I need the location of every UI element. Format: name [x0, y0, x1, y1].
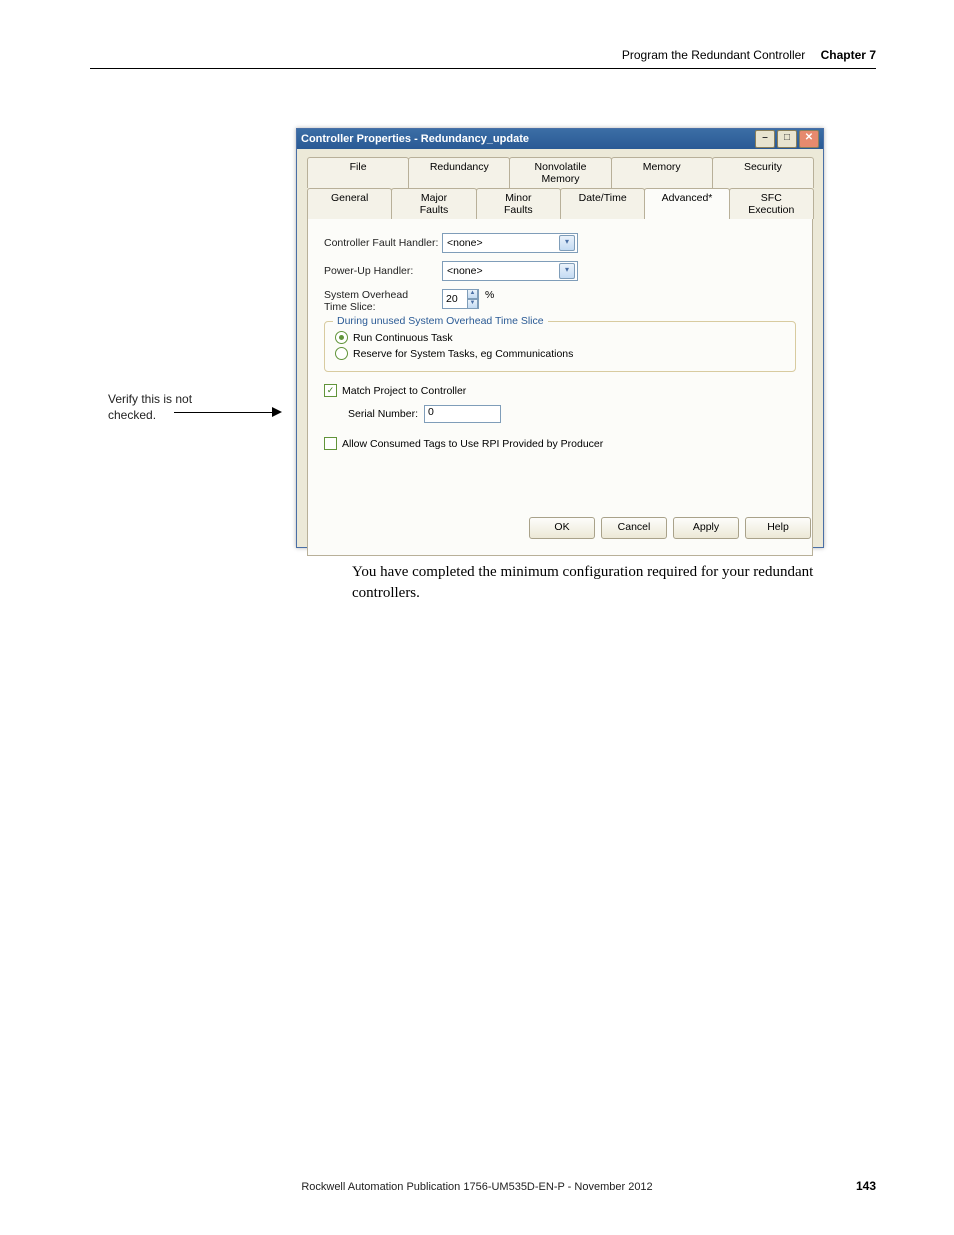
- label-fault-handler: Controller Fault Handler:: [324, 237, 442, 249]
- label-overhead-1: System Overhead: [324, 289, 408, 301]
- tab-sfc-execution[interactable]: SFC Execution: [729, 188, 814, 219]
- callout-arrow-head: [272, 407, 282, 417]
- tab-major-faults[interactable]: Major Faults: [391, 188, 476, 219]
- combo-fault-handler-value: <none>: [447, 237, 483, 249]
- fieldset-legend: During unused System Overhead Time Slice: [333, 315, 548, 327]
- row-power-up: Power-Up Handler: <none> ▾: [324, 261, 796, 281]
- combo-fault-handler[interactable]: <none> ▾: [442, 233, 578, 253]
- tab-security[interactable]: Security: [712, 157, 814, 188]
- row-fault-handler: Controller Fault Handler: <none> ▾: [324, 233, 796, 253]
- footer-text: Rockwell Automation Publication 1756-UM5…: [0, 1181, 954, 1193]
- tab-memory[interactable]: Memory: [611, 157, 713, 188]
- label-overhead-2: Time Slice:: [324, 301, 376, 313]
- header-title: Program the Redundant Controller: [622, 48, 805, 62]
- controller-properties-dialog: Controller Properties - Redundancy_updat…: [296, 128, 824, 548]
- label-overhead: System Overhead Time Slice:: [324, 289, 442, 313]
- close-button[interactable]: ✕: [799, 130, 819, 148]
- radio-reserve-system-label: Reserve for System Tasks, eg Communicati…: [353, 348, 573, 360]
- radio-reserve-system[interactable]: [335, 347, 348, 360]
- tab-panel-advanced: Controller Fault Handler: <none> ▾ Power…: [307, 218, 813, 556]
- body-paragraph: You have completed the minimum configura…: [352, 562, 854, 604]
- radio-run-continuous-label: Run Continuous Task: [353, 332, 453, 344]
- apply-button[interactable]: Apply: [673, 517, 739, 539]
- spinner-down-icon[interactable]: ▼: [467, 299, 478, 309]
- checkbox-match-project[interactable]: ✓: [324, 384, 337, 397]
- tab-redundancy[interactable]: Redundancy: [408, 157, 510, 188]
- spinner-up-icon[interactable]: ▲: [467, 289, 478, 299]
- radio-row-continuous[interactable]: Run Continuous Task: [335, 331, 785, 344]
- tab-row-front: General Major Faults Minor Faults Date/T…: [307, 188, 813, 219]
- row-allow-consumed[interactable]: Allow Consumed Tags to Use RPI Provided …: [324, 437, 796, 450]
- maximize-button[interactable]: □: [777, 130, 797, 148]
- checkbox-match-project-label: Match Project to Controller: [342, 385, 466, 397]
- combo-power-up[interactable]: <none> ▾: [442, 261, 578, 281]
- percent-label: %: [485, 289, 494, 301]
- tab-nonvolatile-memory[interactable]: Nonvolatile Memory: [509, 157, 611, 188]
- checkbox-allow-consumed[interactable]: [324, 437, 337, 450]
- ok-button[interactable]: OK: [529, 517, 595, 539]
- spinner-overhead[interactable]: 20 ▲ ▼: [442, 289, 479, 309]
- tab-row-back: File Redundancy Nonvolatile Memory Memor…: [307, 157, 813, 188]
- radio-run-continuous[interactable]: [335, 331, 348, 344]
- window-controls: – □ ✕: [755, 130, 819, 148]
- row-serial-number: Serial Number: 0: [348, 405, 796, 423]
- row-overhead: System Overhead Time Slice: 20 ▲ ▼ %: [324, 289, 796, 313]
- dialog-button-bar: OK Cancel Apply Help: [529, 517, 811, 539]
- minimize-button[interactable]: –: [755, 130, 775, 148]
- tabs-area: File Redundancy Nonvolatile Memory Memor…: [307, 157, 813, 556]
- spinner-overhead-value: 20: [446, 293, 458, 305]
- row-match-project[interactable]: ✓ Match Project to Controller: [324, 384, 796, 397]
- header-chapter: Chapter 7: [821, 48, 876, 62]
- callout-line1: Verify this is not: [108, 392, 192, 406]
- combo-power-up-value: <none>: [447, 265, 483, 277]
- tab-date-time[interactable]: Date/Time: [560, 188, 645, 219]
- fieldset-overhead-slice: During unused System Overhead Time Slice…: [324, 321, 796, 372]
- callout-arrow-line: [174, 412, 274, 413]
- dialog-titlebar: Controller Properties - Redundancy_updat…: [297, 129, 823, 149]
- tab-general[interactable]: General: [307, 188, 392, 219]
- radio-row-reserve[interactable]: Reserve for System Tasks, eg Communicati…: [335, 347, 785, 360]
- callout-text: Verify this is not checked.: [108, 392, 192, 423]
- callout-line2: checked.: [108, 408, 156, 422]
- chevron-down-icon: ▾: [559, 263, 575, 279]
- label-power-up: Power-Up Handler:: [324, 265, 442, 277]
- spinner-arrows[interactable]: ▲ ▼: [467, 289, 478, 309]
- tab-file[interactable]: File: [307, 157, 409, 188]
- checkbox-allow-consumed-label: Allow Consumed Tags to Use RPI Provided …: [342, 438, 603, 450]
- page-number: 143: [856, 1179, 876, 1193]
- page-header: Program the Redundant Controller Chapter…: [90, 48, 876, 69]
- tab-minor-faults[interactable]: Minor Faults: [476, 188, 561, 219]
- input-serial-number[interactable]: 0: [424, 405, 501, 423]
- chevron-down-icon: ▾: [559, 235, 575, 251]
- dialog-title: Controller Properties - Redundancy_updat…: [301, 133, 529, 145]
- tab-advanced[interactable]: Advanced*: [644, 188, 729, 219]
- label-serial-number: Serial Number:: [348, 408, 418, 420]
- help-button[interactable]: Help: [745, 517, 811, 539]
- cancel-button[interactable]: Cancel: [601, 517, 667, 539]
